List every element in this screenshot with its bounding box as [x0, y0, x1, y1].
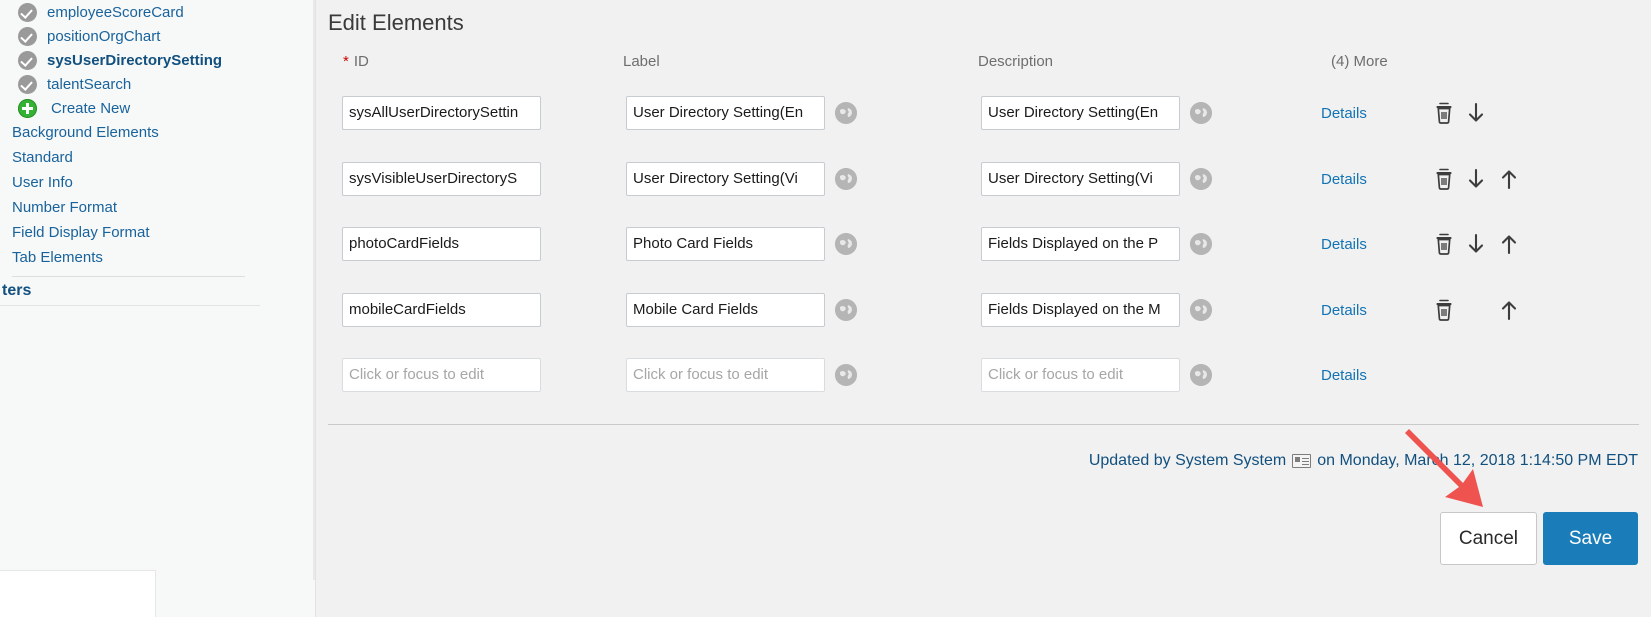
save-button[interactable]: Save [1543, 512, 1638, 565]
sidebar-item-employeescorecard[interactable]: employeeScoreCard [0, 0, 315, 24]
sidebar-link-field-display-format[interactable]: Field Display Format [0, 220, 315, 245]
column-header-description: Description [978, 53, 1054, 70]
sidebar-item-label: positionOrgChart [47, 27, 161, 45]
id-input[interactable]: Click or focus to edit [342, 358, 541, 392]
updated-by-prefix: Updated by System System [1088, 452, 1287, 469]
details-link[interactable]: Details [1321, 367, 1367, 384]
trash-icon[interactable] [1433, 167, 1455, 191]
screen-root: employeeScoreCard positionOrgChart sysUs… [0, 0, 1651, 617]
globe-icon[interactable] [835, 167, 857, 190]
sidebar-item-label: talentSearch [47, 75, 132, 93]
table-row: mobileCardFields Mobile Card Fields Fiel… [316, 285, 1651, 351]
table-row: sysAllUserDirectorySettin User Directory… [316, 88, 1651, 154]
arrow-up-icon[interactable] [1498, 232, 1520, 256]
check-circle-icon [18, 2, 37, 22]
id-input[interactable]: sysAllUserDirectorySettin [342, 96, 541, 130]
label-input[interactable]: Click or focus to edit [626, 358, 825, 392]
trash-icon[interactable] [1433, 298, 1455, 322]
sidebar-item-label: sysUserDirectorySetting [47, 51, 223, 69]
sidebar-tree: employeeScoreCard positionOrgChart sysUs… [0, 0, 315, 306]
label-input[interactable]: Mobile Card Fields [626, 292, 825, 327]
id-input[interactable]: photoCardFields [342, 227, 541, 261]
column-header-id: * ID [343, 53, 369, 70]
green-plus-icon [18, 98, 37, 118]
details-link[interactable]: Details [1321, 236, 1367, 253]
form-actions: Cancel Save [1439, 512, 1638, 565]
arrow-up-icon[interactable] [1498, 298, 1520, 322]
globe-icon[interactable] [1190, 364, 1212, 386]
arrow-down-icon[interactable] [1465, 101, 1487, 125]
sidebar-item-label: Create New [51, 99, 131, 117]
globe-icon[interactable] [1190, 167, 1212, 190]
description-input[interactable]: User Directory Setting(Vi [981, 161, 1180, 196]
globe-icon[interactable] [835, 233, 857, 255]
label-input[interactable]: User Directory Setting(Vi [626, 161, 825, 196]
globe-icon[interactable] [835, 298, 857, 321]
description-input[interactable]: Fields Displayed on the M [981, 292, 1180, 327]
sidebar-clipped-heading: ters [2, 282, 32, 299]
sidebar-divider-secondary [0, 305, 260, 306]
footer-divider [328, 424, 1639, 425]
trash-icon[interactable] [1433, 232, 1455, 256]
column-header-more[interactable]: (4) More [1331, 53, 1388, 70]
globe-icon[interactable] [835, 364, 857, 386]
id-input[interactable]: mobileCardFields [342, 292, 541, 327]
description-input[interactable]: Fields Displayed on the P [981, 227, 1180, 261]
updated-by-timestamp: on Monday, March 12, 2018 1:14:50 PM EDT [1317, 452, 1638, 469]
label-input[interactable]: User Directory Setting(En [626, 96, 825, 130]
arrow-down-icon[interactable] [1465, 232, 1487, 256]
sidebar-item-positionorgchart[interactable]: positionOrgChart [0, 24, 315, 48]
description-input[interactable]: User Directory Setting(En [981, 96, 1180, 130]
sidebar-item-talentsearch[interactable]: talentSearch [0, 72, 315, 96]
globe-icon[interactable] [1190, 233, 1212, 255]
edit-elements-panel: Edit Elements * ID Label Description (4) … [315, 0, 1651, 617]
description-input[interactable]: Click or focus to edit [981, 358, 1180, 392]
details-link[interactable]: Details [1321, 105, 1367, 122]
sidebar-link-background-elements[interactable]: Background Elements [0, 120, 315, 145]
arrow-down-icon[interactable] [1465, 167, 1487, 191]
updated-by-status: Updated by System System on Monday, Marc… [1089, 452, 1638, 470]
check-circle-icon [18, 74, 37, 94]
details-link[interactable]: Details [1321, 171, 1367, 188]
sidebar-link-number-format[interactable]: Number Format [0, 195, 315, 220]
user-card-icon[interactable] [1292, 454, 1312, 468]
elements-table: sysAllUserDirectorySettin User Directory… [316, 88, 1651, 416]
globe-icon[interactable] [1190, 298, 1212, 321]
sidebar-item-sysuserdirectorysetting[interactable]: sysUserDirectorySetting [0, 48, 315, 72]
id-input[interactable]: sysVisibleUserDirectoryS [342, 161, 541, 196]
sidebar-link-standard[interactable]: Standard [0, 145, 315, 170]
sidebar-item-label: employeeScoreCard [47, 3, 184, 21]
cancel-button[interactable]: Cancel [1439, 512, 1537, 565]
page-title: Edit Elements [328, 10, 464, 35]
sidebar-link-tab-elements[interactable]: Tab Elements [0, 245, 315, 270]
sidebar-item-create-new[interactable]: Create New [0, 96, 315, 120]
table-row: Click or focus to edit Click or focus to… [316, 350, 1651, 416]
column-header-id-label: ID [353, 53, 369, 70]
check-circle-icon [18, 26, 37, 46]
sidebar: employeeScoreCard positionOrgChart sysUs… [0, 0, 315, 617]
details-link[interactable]: Details [1321, 302, 1367, 319]
globe-icon[interactable] [835, 102, 857, 124]
label-input[interactable]: Photo Card Fields [626, 227, 825, 261]
table-row: sysVisibleUserDirectoryS User Directory … [316, 154, 1651, 220]
table-row: photoCardFields Photo Card Fields Fields… [316, 219, 1651, 285]
sidebar-link-user-info[interactable]: User Info [0, 170, 315, 195]
globe-icon[interactable] [1190, 102, 1212, 124]
sidebar-bottom-panel [0, 570, 156, 617]
required-asterisk-icon: * [343, 53, 349, 70]
check-circle-icon [18, 50, 37, 70]
arrow-up-icon[interactable] [1498, 167, 1520, 191]
column-header-label: Label [623, 53, 660, 70]
trash-icon[interactable] [1433, 101, 1455, 125]
